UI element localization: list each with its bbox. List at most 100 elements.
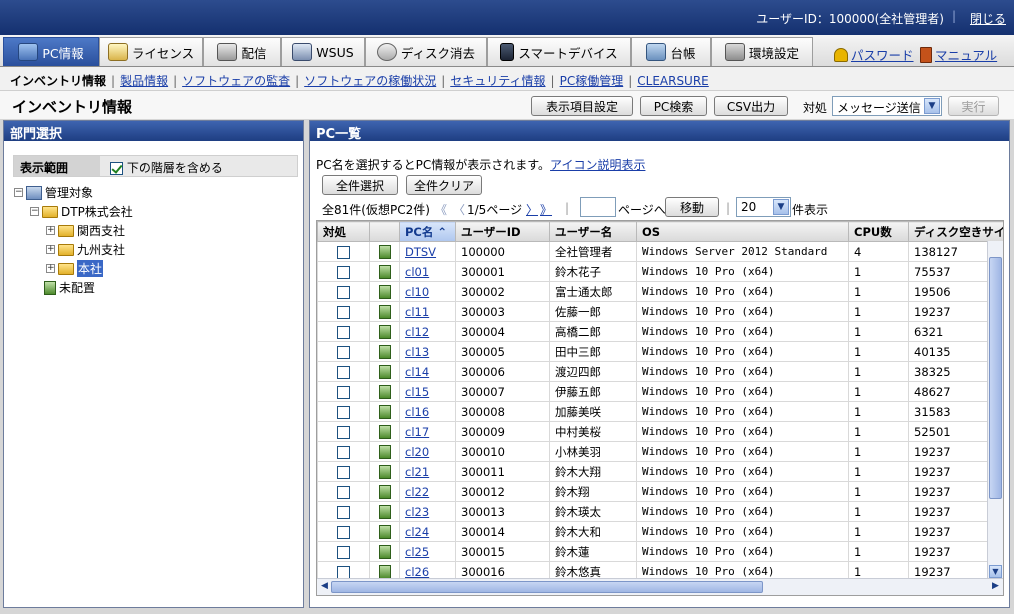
manual-link[interactable]: マニュアル bbox=[920, 45, 997, 64]
tree-node-headquarters[interactable]: + 本社 bbox=[46, 260, 104, 277]
subnav-clearsure[interactable]: CLEARSURE bbox=[637, 74, 709, 88]
row-checkbox[interactable] bbox=[337, 425, 350, 439]
row-checkbox-cell[interactable] bbox=[317, 261, 370, 282]
col-user-id[interactable]: ユーザーID bbox=[455, 221, 550, 242]
col-disk-free[interactable]: ディスク空きサイズ bbox=[908, 221, 1003, 242]
close-link[interactable]: 閉じる bbox=[970, 10, 1006, 27]
collapse-icon[interactable]: − bbox=[30, 207, 39, 216]
row-checkbox-cell[interactable] bbox=[317, 521, 370, 542]
subnav-security[interactable]: セキュリティ情報 bbox=[450, 74, 545, 88]
row-checkbox-cell[interactable] bbox=[317, 321, 370, 342]
column-settings-button[interactable]: 表示項目設定 bbox=[531, 96, 633, 116]
row-checkbox-cell[interactable] bbox=[317, 541, 370, 562]
action-select[interactable]: メッセージ送信 ▼ bbox=[832, 96, 942, 116]
vertical-scroll-thumb[interactable] bbox=[989, 257, 1002, 499]
row-checkbox[interactable] bbox=[337, 505, 350, 519]
row-checkbox[interactable] bbox=[337, 345, 350, 359]
pc-name-link[interactable]: cl23 bbox=[405, 505, 429, 519]
tree-node-kansai[interactable]: + 関西支社 bbox=[46, 222, 125, 239]
row-checkbox[interactable] bbox=[337, 565, 350, 579]
expand-icon[interactable]: + bbox=[46, 245, 55, 254]
pc-name-link[interactable]: cl14 bbox=[405, 365, 429, 379]
tree-node-root[interactable]: − 管理対象 bbox=[14, 184, 93, 201]
row-checkbox-cell[interactable] bbox=[317, 341, 370, 362]
next-page-icon[interactable]: 〉 bbox=[526, 201, 538, 218]
row-checkbox-cell[interactable] bbox=[317, 401, 370, 422]
scroll-left-icon[interactable]: ◀ bbox=[318, 580, 331, 593]
horizontal-scrollbar[interactable]: ◀ ▶ bbox=[317, 578, 1003, 595]
pc-name-link[interactable]: cl01 bbox=[405, 265, 429, 279]
row-checkbox[interactable] bbox=[337, 405, 350, 419]
scroll-right-icon[interactable]: ▶ bbox=[989, 580, 1002, 593]
tree-node-unassigned[interactable]: 未配置 bbox=[44, 279, 95, 296]
row-checkbox-cell[interactable] bbox=[317, 301, 370, 322]
pc-search-button[interactable]: PC検索 bbox=[640, 96, 707, 116]
tab-license[interactable]: ライセンス bbox=[99, 37, 203, 66]
tree-node-kyushu[interactable]: + 九州支社 bbox=[46, 241, 125, 258]
select-all-button[interactable]: 全件選択 bbox=[322, 175, 398, 195]
row-checkbox[interactable] bbox=[337, 325, 350, 339]
row-checkbox-cell[interactable] bbox=[317, 501, 370, 522]
row-checkbox[interactable] bbox=[337, 285, 350, 299]
horizontal-scroll-thumb[interactable] bbox=[331, 581, 763, 593]
vertical-scrollbar[interactable]: ▼ bbox=[987, 241, 1003, 579]
pc-name-link[interactable]: cl15 bbox=[405, 385, 429, 399]
last-page-icon[interactable]: 》 bbox=[540, 201, 552, 218]
include-subtree-checkbox[interactable] bbox=[110, 162, 123, 175]
subnav-products[interactable]: 製品情報 bbox=[120, 74, 168, 88]
row-checkbox-cell[interactable] bbox=[317, 481, 370, 502]
run-button[interactable]: 実行 bbox=[948, 96, 999, 116]
pc-name-link[interactable]: cl25 bbox=[405, 545, 429, 559]
tab-smart-device[interactable]: スマートデバイス bbox=[487, 37, 631, 66]
row-checkbox[interactable] bbox=[337, 365, 350, 379]
tab-pc-info[interactable]: PC情報 bbox=[3, 37, 99, 66]
pc-name-link[interactable]: cl17 bbox=[405, 425, 429, 439]
row-checkbox[interactable] bbox=[337, 485, 350, 499]
row-checkbox[interactable] bbox=[337, 385, 350, 399]
tab-ledger[interactable]: 台帳 bbox=[631, 37, 711, 66]
per-page-select[interactable]: 20 ▼ bbox=[736, 197, 791, 217]
subnav-pc-operation[interactable]: PC稼働管理 bbox=[560, 74, 624, 88]
icon-legend-link[interactable]: アイコン説明表示 bbox=[550, 158, 645, 172]
tab-distribution[interactable]: 配信 bbox=[203, 37, 281, 66]
col-os[interactable]: OS bbox=[636, 221, 849, 242]
col-pc-name[interactable]: PC名 ⌃ bbox=[399, 221, 456, 242]
expand-icon[interactable]: + bbox=[46, 226, 55, 235]
row-checkbox[interactable] bbox=[337, 545, 350, 559]
tab-settings[interactable]: 環境設定 bbox=[711, 37, 813, 66]
col-user-name[interactable]: ユーザー名 bbox=[549, 221, 637, 242]
col-cpu[interactable]: CPU数 bbox=[848, 221, 909, 242]
row-checkbox-cell[interactable] bbox=[317, 461, 370, 482]
expand-icon[interactable]: + bbox=[46, 264, 55, 273]
tab-disk-erase[interactable]: ディスク消去 bbox=[365, 37, 487, 66]
pc-name-link[interactable]: cl10 bbox=[405, 285, 429, 299]
first-page-icon[interactable]: 《 bbox=[435, 201, 447, 218]
pc-name-link[interactable]: DTSV bbox=[405, 245, 436, 259]
pc-name-link[interactable]: cl12 bbox=[405, 325, 429, 339]
include-subtree-option[interactable]: 下の階層を含める bbox=[110, 159, 223, 176]
row-checkbox-cell[interactable] bbox=[317, 361, 370, 382]
pc-name-link[interactable]: cl16 bbox=[405, 405, 429, 419]
pc-name-link[interactable]: cl22 bbox=[405, 485, 429, 499]
row-checkbox-cell[interactable] bbox=[317, 421, 370, 442]
page-number-input[interactable] bbox=[580, 197, 616, 217]
row-checkbox[interactable] bbox=[337, 265, 350, 279]
pc-name-link[interactable]: cl21 bbox=[405, 465, 429, 479]
subnav-software-usage[interactable]: ソフトウェアの稼働状況 bbox=[304, 74, 436, 88]
row-checkbox-cell[interactable] bbox=[317, 441, 370, 462]
collapse-icon[interactable]: − bbox=[14, 188, 23, 197]
row-checkbox-cell[interactable] bbox=[317, 381, 370, 402]
pc-name-link[interactable]: cl13 bbox=[405, 345, 429, 359]
row-checkbox-cell[interactable] bbox=[317, 241, 370, 262]
row-checkbox[interactable] bbox=[337, 525, 350, 539]
row-checkbox-cell[interactable] bbox=[317, 281, 370, 302]
subnav-software-audit[interactable]: ソフトウェアの監査 bbox=[182, 74, 290, 88]
pc-name-link[interactable]: cl24 bbox=[405, 525, 429, 539]
tree-node-company[interactable]: − DTP株式会社 bbox=[30, 203, 133, 220]
password-link[interactable]: パスワード bbox=[834, 45, 914, 64]
clear-all-button[interactable]: 全件クリア bbox=[406, 175, 482, 195]
prev-page-icon[interactable]: 〈 bbox=[453, 201, 465, 218]
csv-export-button[interactable]: CSV出力 bbox=[714, 96, 788, 116]
pc-name-link[interactable]: cl11 bbox=[405, 305, 429, 319]
pc-name-link[interactable]: cl20 bbox=[405, 445, 429, 459]
